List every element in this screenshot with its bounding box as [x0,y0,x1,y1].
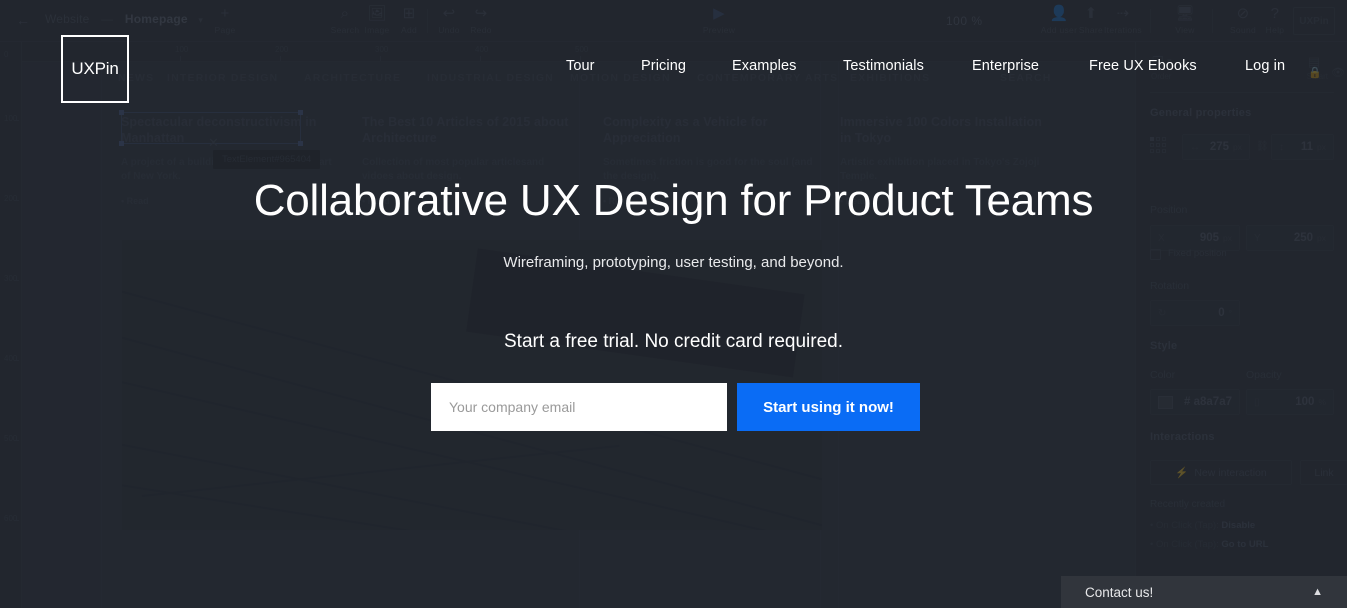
hero-headline: Collaborative UX Design for Product Team… [253,176,1094,225]
modal-overlay [0,0,1347,608]
nav-link-enterprise[interactable]: Enterprise [972,58,1039,74]
site-top-nav: Tour Pricing Examples Testimonials Enter… [0,58,1347,84]
nav-link-tour[interactable]: Tour [566,58,595,74]
nav-link-free-ux-ebooks[interactable]: Free UX Ebooks [1089,58,1197,74]
hero-trial-text: Start a free trial. No credit card requi… [504,331,843,352]
nav-link-log-in[interactable]: Log in [1245,58,1285,74]
start-using-it-now-button[interactable]: Start using it now! [737,383,920,431]
nav-link-testimonials[interactable]: Testimonials [843,58,924,74]
hero-subheadline: Wireframing, prototyping, user testing, … [503,254,844,271]
app-root: ← Website — Homepage ▾ + Page ⌕ Search 🖼… [0,0,1347,608]
nav-link-examples[interactable]: Examples [732,58,796,74]
signup-form: Start using it now! [431,383,920,431]
chevron-up-icon[interactable]: ▲ [1312,586,1323,598]
nav-link-pricing[interactable]: Pricing [641,58,686,74]
contact-us-widget[interactable]: Contact us! ▲ [1061,576,1347,608]
email-field[interactable] [431,383,727,431]
contact-us-label: Contact us! [1085,584,1154,600]
